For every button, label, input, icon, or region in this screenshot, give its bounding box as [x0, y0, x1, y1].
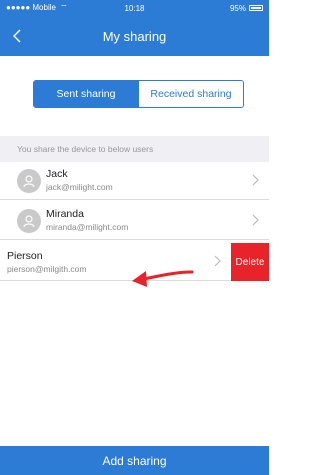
nav-bar: My sharing [0, 16, 269, 56]
avatar [17, 209, 41, 233]
sharing-segmented-control: Sent sharing Received sharing [33, 80, 244, 108]
swipe-left-arrow-icon [132, 270, 194, 287]
page-title: My sharing [102, 28, 167, 44]
user-icon [23, 175, 35, 188]
user-email: miranda@milight.com [46, 222, 129, 232]
user-name: Jack [46, 168, 68, 180]
add-sharing-button[interactable]: Add sharing [0, 446, 269, 475]
user-name: Pierson [7, 250, 43, 262]
delete-button[interactable]: Delete [231, 243, 269, 281]
user-row-jack[interactable]: Jack jack@milight.com [0, 162, 269, 200]
tab-received-sharing[interactable]: Received sharing [138, 81, 243, 107]
user-email: pierson@milgith.com [7, 264, 87, 274]
user-email: jack@milight.com [46, 182, 113, 192]
user-icon [23, 215, 35, 228]
chevron-right-icon [214, 255, 221, 267]
tab-area: Sent sharing Received sharing [0, 56, 269, 136]
status-time: 10:18 [124, 3, 145, 13]
tab-sent-sharing[interactable]: Sent sharing [34, 81, 138, 107]
chevron-left-icon [13, 29, 21, 43]
user-name: Miranda [46, 208, 84, 220]
chevron-right-icon [252, 174, 259, 186]
back-button[interactable] [10, 28, 24, 44]
status-bar: ●●●●● Mobile ⌔ 10:18 95% [0, 0, 269, 16]
avatar [17, 169, 41, 193]
battery-icon [249, 5, 263, 11]
user-row-miranda[interactable]: Miranda miranda@milight.com [0, 202, 269, 240]
section-header: You share the device to below users [0, 136, 269, 162]
chevron-right-icon [252, 214, 259, 226]
